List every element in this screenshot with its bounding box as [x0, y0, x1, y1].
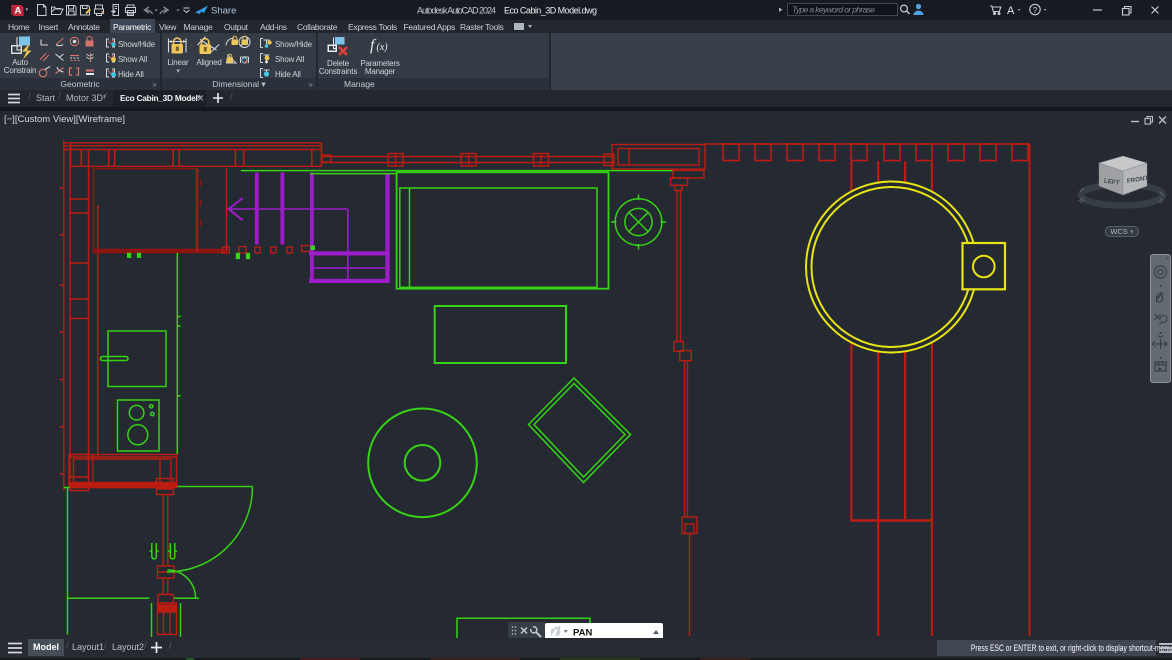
svg-text:A: A [1007, 5, 1015, 17]
svg-text:?: ? [1033, 5, 1038, 15]
svg-text:Share: Share [211, 6, 236, 17]
svg-text:(x): (x) [377, 42, 389, 53]
svg-text:PAN: PAN [573, 627, 592, 638]
svg-text:Type a keyword or phrase: Type a keyword or phrase [792, 4, 875, 14]
svg-text:A: A [15, 6, 22, 17]
svg-text:Autodesk AutoCAD 2024: Autodesk AutoCAD 2024 [417, 6, 496, 16]
svg-text:Eco Cabin_3D Model.dwg: Eco Cabin_3D Model.dwg [504, 6, 597, 16]
